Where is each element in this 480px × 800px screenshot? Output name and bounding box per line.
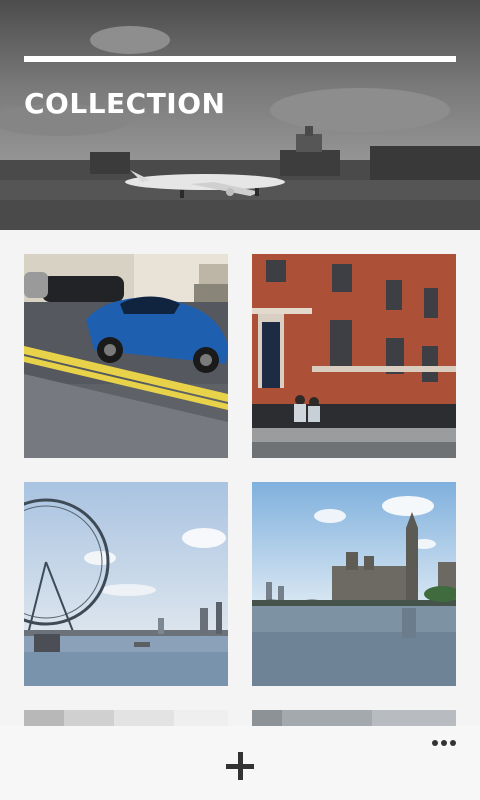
westminster-image (252, 482, 456, 686)
photo-tile-townhouses[interactable] (252, 254, 456, 458)
plus-icon[interactable] (222, 748, 258, 784)
photo-tile-westminster[interactable] (252, 482, 456, 686)
collection-header: COLLECTION (0, 0, 480, 230)
dot (441, 740, 447, 746)
more-dots-icon[interactable] (432, 740, 456, 746)
dot (450, 740, 456, 746)
london-eye-image (24, 482, 228, 686)
dot (432, 740, 438, 746)
photo-grid (0, 230, 480, 730)
bottom-toolbar (0, 726, 480, 800)
photo-tile-sports-car[interactable] (24, 254, 228, 458)
header-divider (24, 56, 456, 62)
photo-tile-london-eye[interactable] (24, 482, 228, 686)
sports-car-image (24, 254, 228, 458)
page-title: COLLECTION (24, 87, 226, 120)
townhouses-image (252, 254, 456, 458)
